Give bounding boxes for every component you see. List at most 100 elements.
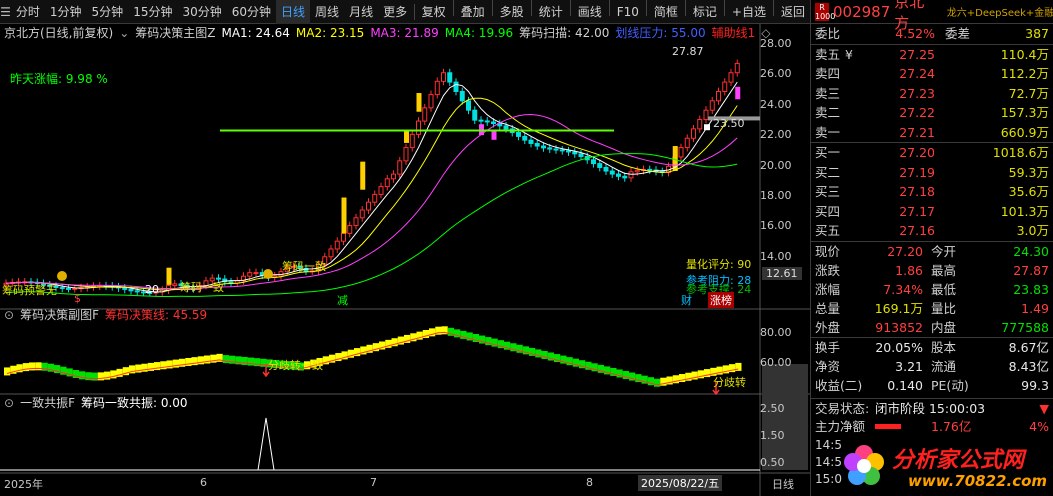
net-flow-bar bbox=[875, 424, 901, 429]
x-label-jul: 7 bbox=[370, 476, 377, 489]
quote-row-0: 现价 27.20 今开 24.30 bbox=[811, 242, 1053, 261]
candle-body bbox=[122, 287, 128, 290]
tool-button-0[interactable]: 复权 bbox=[417, 0, 451, 24]
candle-body bbox=[628, 171, 634, 179]
asks-row-0[interactable]: 卖五 ¥27.25 110.4万 bbox=[811, 45, 1053, 65]
period-tab-3[interactable]: 15分钟 bbox=[128, 0, 177, 24]
period-tab-7[interactable]: 周线 bbox=[310, 0, 344, 24]
candle-body bbox=[441, 72, 446, 82]
ribbon-segment bbox=[97, 372, 104, 381]
tool-button-5[interactable]: F10 bbox=[612, 0, 644, 24]
limit-up-candle bbox=[416, 93, 422, 112]
sub1-signal-right-label: 分歧转 bbox=[713, 376, 746, 389]
quote-row-2: 涨幅 7.34% 最低 23.83 bbox=[811, 280, 1053, 299]
list-icon[interactable]: ☰ bbox=[0, 0, 11, 24]
level-price: 27.23 bbox=[899, 85, 935, 101]
level-volume: 59.3万 bbox=[1008, 164, 1049, 180]
sub2-menu-icon[interactable]: ⊙ bbox=[4, 395, 14, 411]
candle-body bbox=[566, 150, 571, 153]
candle-body bbox=[228, 281, 234, 284]
candle-body bbox=[616, 173, 621, 177]
candle-body bbox=[647, 168, 653, 171]
sub1-title-row: ⊙ 筹码决策副图F 筹码决策线: 45.59 bbox=[4, 307, 207, 323]
sub2-title-row: ⊙ 一致共振F 筹码一致共振: 0.00 bbox=[4, 395, 188, 411]
candle-body bbox=[709, 100, 715, 111]
stat-key-2: 流通 bbox=[931, 358, 957, 374]
quote-value: 27.20 bbox=[887, 243, 923, 259]
quote-key-2: 今开 bbox=[931, 243, 957, 259]
ribbon-segment bbox=[654, 378, 661, 387]
tag-cai: 财 bbox=[681, 294, 692, 307]
bids-row-3[interactable]: 买四 27.17 101.3万 bbox=[811, 202, 1053, 222]
quote-value-2: 777588 bbox=[1001, 319, 1049, 335]
candle-body bbox=[684, 137, 690, 149]
weibi-row: 委比 4.52% 委差 387 bbox=[811, 24, 1053, 44]
tool-button-9[interactable]: 返回 bbox=[776, 0, 810, 24]
tool-button-2[interactable]: 多股 bbox=[495, 0, 529, 24]
sub2-indicator-name[interactable]: 一致共振F bbox=[20, 395, 75, 411]
yesterday-limit-label: 昨天涨幅: 9.98 % bbox=[10, 72, 108, 86]
asks-row-2[interactable]: 卖三 27.23 72.7万 bbox=[811, 84, 1053, 104]
limit-up-candle bbox=[166, 267, 172, 285]
trade-status-label: 交易状态: bbox=[815, 400, 870, 416]
candle-body bbox=[416, 120, 421, 135]
main-yticks-tick-1: 26.00 bbox=[760, 67, 792, 81]
ribbon-segment bbox=[29, 362, 36, 371]
resonance-spike bbox=[257, 417, 275, 471]
quote-key-2: 内盘 bbox=[931, 319, 957, 335]
candle-body bbox=[166, 285, 171, 291]
period-tab-0[interactable]: 分时 bbox=[11, 0, 45, 24]
tool-button-8[interactable]: +自选 bbox=[727, 0, 771, 24]
sub1-menu-icon[interactable]: ⊙ bbox=[4, 307, 14, 323]
dropdown-icon[interactable]: ▼ bbox=[1039, 399, 1049, 418]
asks-row-1[interactable]: 卖四 27.24 112.2万 bbox=[811, 64, 1053, 84]
chevron-down-icon[interactable]: ⌄ bbox=[119, 25, 129, 41]
quote-key: 现价 bbox=[815, 243, 841, 259]
bids-row-1[interactable]: 买二 27.19 59.3万 bbox=[811, 163, 1053, 183]
candle-body bbox=[541, 145, 546, 149]
period-tab-9[interactable]: 更多 bbox=[378, 0, 412, 24]
period-tab-6[interactable]: 日线 bbox=[276, 0, 311, 24]
period-tab-2[interactable]: 5分钟 bbox=[87, 0, 129, 24]
tool-button-6[interactable]: 简框 bbox=[649, 0, 683, 24]
bids-row-0[interactable]: 买一 27.20 1018.6万 bbox=[811, 143, 1053, 163]
period-tab-4[interactable]: 30分钟 bbox=[177, 0, 226, 24]
candle-body bbox=[128, 288, 134, 292]
bids-row-2[interactable]: 买三 27.18 35.6万 bbox=[811, 182, 1053, 202]
main-indicator-name[interactable]: 筹码决策主图Z bbox=[135, 25, 215, 41]
main-yticks-tick-5: 18.00 bbox=[760, 189, 792, 202]
tool-button-3[interactable]: 统计 bbox=[534, 0, 568, 24]
quote-value: 1.86 bbox=[895, 262, 923, 278]
stock-code[interactable]: 002987 bbox=[833, 3, 890, 21]
quote-list: 现价 27.20 今开 24.30 涨跌 1.86 最高 27.87 涨幅 7.34% 最低 23.8… bbox=[811, 240, 1053, 337]
sub1-indicator-name[interactable]: 筹码决策副图F bbox=[20, 307, 99, 323]
stock-concept-tag[interactable]: 龙六+DeepSeek+金融 bbox=[947, 4, 1053, 19]
sub2-yticks-tick-2: 0.50 bbox=[760, 456, 785, 469]
period-tab-5[interactable]: 60分钟 bbox=[227, 0, 276, 24]
period-tab-8[interactable]: 月线 bbox=[344, 0, 378, 24]
bids-row-4[interactable]: 买五 27.16 3.0万 bbox=[811, 221, 1053, 241]
tool-button-4[interactable]: 画线 bbox=[573, 0, 607, 24]
net-flow-value: 1.76亿 bbox=[931, 419, 972, 434]
level-volume: 157.3万 bbox=[1000, 105, 1049, 120]
kline-chart[interactable]: 京北方(日线,前复权) ⌄ 筹码决策主图Z MA1: 24.64 MA2: 23… bbox=[0, 24, 810, 496]
quote-key-2: 最高 bbox=[931, 262, 957, 278]
level-label: 卖四 bbox=[815, 66, 841, 81]
asks-row-4[interactable]: 卖一 27.21 660.9万 bbox=[811, 123, 1053, 143]
tool-button-1[interactable]: 叠加 bbox=[456, 0, 490, 24]
candle-body bbox=[703, 109, 709, 121]
ma3-label: MA3: 21.89 bbox=[370, 26, 439, 40]
candle-body bbox=[728, 72, 734, 83]
candle-body bbox=[334, 240, 340, 250]
yen-icon[interactable]: ¥ bbox=[845, 45, 853, 65]
tool-button-7[interactable]: 标记 bbox=[688, 0, 722, 24]
ask-list: 卖五 ¥27.25 110.4万 卖四 27.24 112.2万 卖三 27.23 72.7万卖… bbox=[811, 43, 1053, 143]
candle-body bbox=[391, 173, 396, 180]
signal-candle bbox=[491, 130, 497, 140]
period-tab-1[interactable]: 1分钟 bbox=[45, 0, 87, 24]
level-label: 买四 bbox=[815, 203, 841, 219]
signal-label-2: 筹码一致 bbox=[180, 281, 224, 294]
stat-key: 净资 bbox=[815, 358, 841, 374]
asks-row-3[interactable]: 卖二 27.22 157.3万 bbox=[811, 103, 1053, 123]
candle-body bbox=[172, 283, 178, 287]
